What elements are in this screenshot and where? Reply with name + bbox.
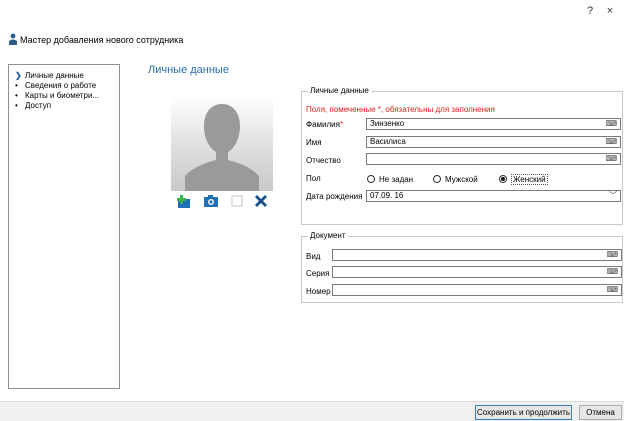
cancel-button[interactable]: Отмена	[579, 405, 622, 420]
help-button[interactable]: ?	[583, 4, 597, 18]
document-legend: Документ	[308, 231, 348, 240]
delete-photo-button[interactable]	[253, 193, 269, 209]
doc-type-label: Вид	[306, 252, 321, 261]
nav-item-cards[interactable]: • Карты и биометри...	[15, 91, 99, 101]
doc-number-field[interactable]: ⌨	[332, 284, 622, 296]
keyboard-icon[interactable]: ⌨	[606, 267, 618, 277]
surname-label-text: Фамилия	[306, 120, 340, 129]
chevron-down-icon[interactable]: ﹀	[609, 191, 617, 201]
wizard-title: Мастер добавления нового сотрудника	[20, 35, 184, 45]
chevron-right-icon: ❯	[15, 71, 22, 80]
nav-item-label: Личные данные	[25, 71, 84, 80]
radio-label: Мужской	[445, 174, 478, 184]
nav-item-label: Сведения о работе	[25, 81, 97, 90]
required-marker: *	[339, 120, 344, 129]
radio-label: Не задан	[379, 174, 414, 184]
gender-radio-unset[interactable]: Не задан	[367, 173, 413, 185]
birthdate-value: 07.09. 16	[370, 191, 404, 200]
add-photo-button[interactable]	[175, 193, 191, 209]
user-icon	[9, 33, 17, 45]
section-title: Личные данные	[148, 64, 229, 76]
keyboard-icon[interactable]: ⌨	[606, 250, 618, 260]
patronymic-field[interactable]: ⌨	[366, 153, 621, 165]
nav-item-access[interactable]: • Доступ	[15, 101, 51, 111]
bullet-icon: •	[15, 81, 18, 90]
wizard-steps-panel: ❯ Личные данные • Сведения о работе • Карты…	[8, 64, 120, 389]
avatar-silhouette-icon	[185, 104, 259, 191]
gender-radio-female[interactable]: Женский	[499, 173, 548, 185]
gender-label: Пол	[306, 174, 321, 183]
personal-data-legend: Личные данные	[308, 86, 371, 95]
keyboard-icon[interactable]: ⌨	[605, 137, 617, 147]
doc-type-field[interactable]: ⌨	[332, 249, 622, 261]
nav-item-personal[interactable]: ❯ Личные данные	[15, 71, 84, 81]
name-label: Имя	[306, 138, 322, 147]
radio-circle	[367, 175, 375, 183]
nav-item-label: Доступ	[25, 101, 52, 110]
doc-series-field[interactable]: ⌨	[332, 266, 622, 278]
keyboard-icon[interactable]: ⌨	[605, 154, 617, 164]
camera-button[interactable]	[203, 193, 219, 209]
surname-label: Фамилия*	[306, 120, 343, 129]
close-button[interactable]: ×	[603, 4, 617, 18]
gender-radio-male[interactable]: Мужской	[433, 173, 478, 185]
nav-item-work[interactable]: • Сведения о работе	[15, 81, 96, 91]
surname-field[interactable]: Зинзенко ⌨	[366, 118, 621, 130]
birthdate-label: Дата рождения	[306, 192, 363, 201]
bullet-icon: •	[15, 91, 18, 100]
patronymic-label: Отчество	[306, 156, 341, 165]
surname-value: Зинзенко	[370, 119, 405, 128]
nav-item-label: Карты и биометри...	[25, 91, 100, 100]
employee-photo	[171, 96, 273, 191]
keyboard-icon[interactable]: ⌨	[606, 285, 618, 295]
radio-label: Женский	[511, 173, 548, 185]
name-value: Василиса	[370, 137, 406, 146]
name-field[interactable]: Василиса ⌨	[366, 136, 621, 148]
doc-number-label: Номер	[306, 287, 331, 296]
radio-circle	[433, 175, 441, 183]
bullet-icon: •	[15, 101, 18, 110]
blank-photo-button[interactable]	[229, 193, 245, 209]
doc-series-label: Серия	[306, 269, 330, 278]
radio-circle-selected	[499, 175, 507, 183]
keyboard-icon[interactable]: ⌨	[605, 119, 617, 129]
save-and-continue-button[interactable]: Сохранить и продолжить	[475, 405, 572, 420]
required-note: Поля, помеченные *, обязательны для запо…	[306, 105, 495, 114]
birthdate-picker[interactable]: 07.09. 16 ﹀	[366, 190, 621, 202]
